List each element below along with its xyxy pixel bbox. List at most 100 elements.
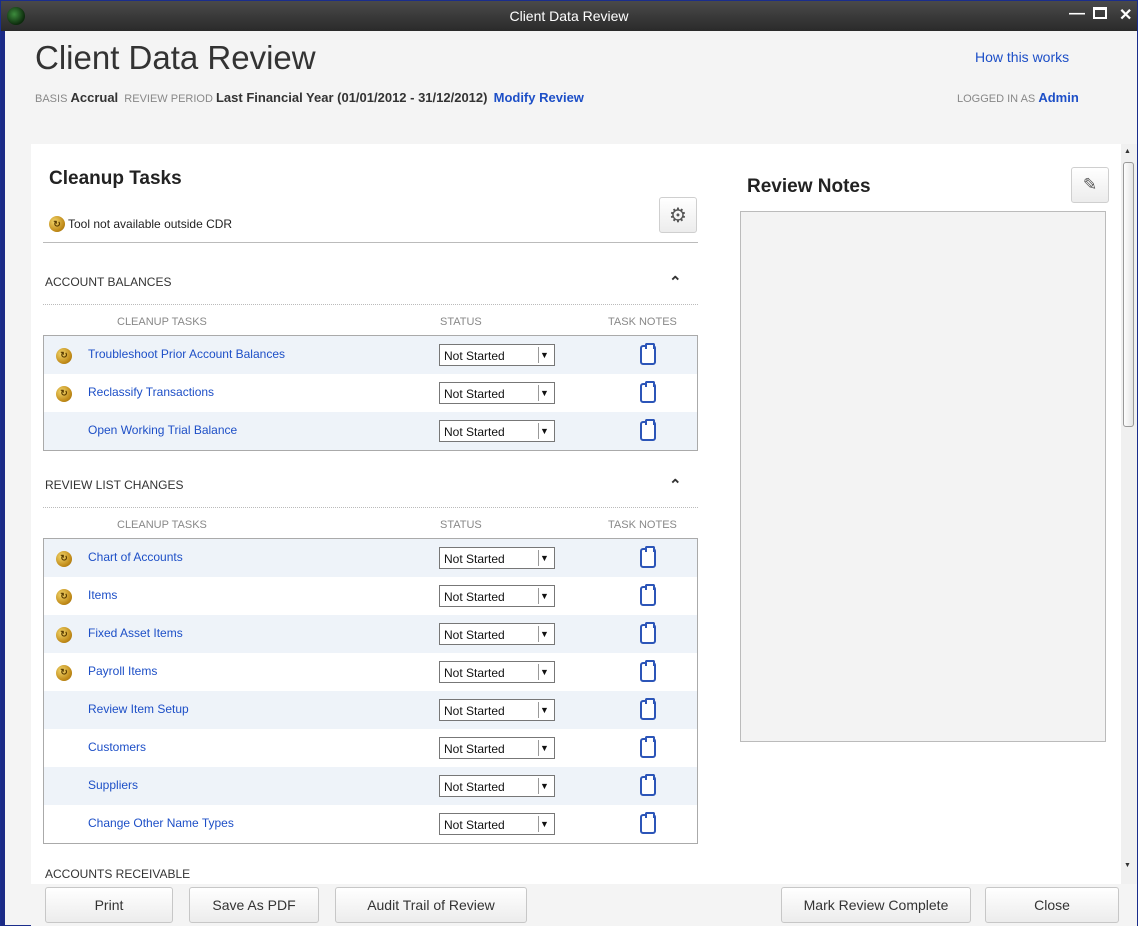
- table-row: Open Working Trial Balance Not Started ▼: [44, 412, 697, 450]
- collapse-review-list-changes-icon[interactable]: ⌃: [669, 476, 682, 494]
- col-header-task-notes: TASK NOTES: [608, 316, 677, 328]
- scrollbar-thumb[interactable]: [1123, 162, 1134, 427]
- table-row: ↻ Troubleshoot Prior Account Balances No…: [44, 336, 697, 374]
- dotted-divider: [43, 507, 698, 508]
- logged-in-info: LOGGED IN AS Admin: [957, 90, 1079, 105]
- task-link[interactable]: Reclassify Transactions: [88, 385, 214, 399]
- divider: [43, 242, 698, 243]
- status-dropdown[interactable]: Not Started ▼: [439, 420, 555, 442]
- clipboard-icon[interactable]: [640, 622, 656, 644]
- cdr-tool-icon: ↻: [56, 588, 72, 605]
- chevron-down-icon: ▼: [538, 550, 550, 566]
- modify-review-link[interactable]: Modify Review: [494, 90, 584, 105]
- close-button[interactable]: Close: [985, 887, 1119, 923]
- clipboard-icon[interactable]: [640, 660, 656, 682]
- col-header-task-notes: TASK NOTES: [608, 519, 677, 531]
- audit-trail-button[interactable]: Audit Trail of Review: [335, 887, 527, 923]
- table-row: ↻ Reclassify Transactions Not Started ▼: [44, 374, 697, 412]
- status-dropdown[interactable]: Not Started ▼: [439, 661, 555, 683]
- clipboard-icon[interactable]: [640, 812, 656, 834]
- status-dropdown[interactable]: Not Started ▼: [439, 623, 555, 645]
- clipboard-icon[interactable]: [640, 381, 656, 403]
- chevron-down-icon: ▼: [538, 740, 550, 756]
- task-link[interactable]: Open Working Trial Balance: [88, 423, 237, 437]
- cdr-tool-icon: ↻: [56, 347, 72, 364]
- review-notes-title: Review Notes: [747, 176, 871, 197]
- group-title-accounts-receivable: ACCOUNTS RECEIVABLE: [45, 867, 191, 881]
- pencil-icon: ✎: [1082, 175, 1098, 194]
- page-title: Client Data Review: [35, 39, 316, 76]
- gear-icon: ⚙: [669, 204, 687, 227]
- cdr-legend: ↻ Tool not available outside CDR: [49, 216, 232, 232]
- close-icon[interactable]: ✕: [1119, 5, 1132, 25]
- clipboard-icon[interactable]: [640, 736, 656, 758]
- cdr-tool-icon: ↻: [56, 550, 72, 567]
- task-link[interactable]: Fixed Asset Items: [88, 626, 183, 640]
- task-link[interactable]: Chart of Accounts: [88, 550, 183, 564]
- status-dropdown[interactable]: Not Started ▼: [439, 737, 555, 759]
- chevron-down-icon: ▼: [538, 347, 550, 363]
- task-link[interactable]: Customers: [88, 740, 146, 754]
- scroll-up-icon[interactable]: ▲: [1124, 148, 1131, 155]
- save-as-pdf-button[interactable]: Save As PDF: [189, 887, 319, 923]
- cleanup-tasks-panel: Cleanup Tasks ↻ Tool not available outsi…: [31, 144, 701, 884]
- cdr-tool-icon: ↻: [56, 664, 72, 681]
- clipboard-icon[interactable]: [640, 584, 656, 606]
- review-notes-area[interactable]: [740, 211, 1106, 742]
- status-dropdown[interactable]: Not Started ▼: [439, 813, 555, 835]
- cdr-legend-text: Tool not available outside CDR: [68, 217, 233, 231]
- task-link[interactable]: Troubleshoot Prior Account Balances: [88, 347, 285, 361]
- edit-notes-button[interactable]: ✎: [1071, 167, 1109, 203]
- mark-review-complete-button[interactable]: Mark Review Complete: [781, 887, 971, 923]
- print-button[interactable]: Print: [45, 887, 173, 923]
- clipboard-icon[interactable]: [640, 546, 656, 568]
- status-dropdown[interactable]: Not Started ▼: [439, 699, 555, 721]
- client-data-review-window: Client Data Review — ✕ Client Data Revie…: [0, 0, 1138, 926]
- table-row: Suppliers Not Started ▼: [44, 767, 697, 805]
- task-link[interactable]: Suppliers: [88, 778, 138, 792]
- review-period-label: REVIEW PERIOD: [124, 93, 213, 105]
- clipboard-icon[interactable]: [640, 419, 656, 441]
- scroll-down-icon[interactable]: ▼: [1124, 862, 1131, 869]
- cleanup-tasks-title: Cleanup Tasks: [49, 168, 182, 189]
- minimize-icon[interactable]: —: [1069, 5, 1085, 23]
- how-this-works-link[interactable]: How this works: [975, 49, 1069, 65]
- chevron-down-icon: ▼: [538, 423, 550, 439]
- status-dropdown[interactable]: Not Started ▼: [439, 775, 555, 797]
- settings-button[interactable]: ⚙: [659, 197, 697, 233]
- clipboard-icon[interactable]: [640, 698, 656, 720]
- group-title-review-list-changes: REVIEW LIST CHANGES: [45, 478, 184, 492]
- window-left-edge: [1, 31, 5, 926]
- table-row: ↻ Payroll Items Not Started ▼: [44, 653, 697, 691]
- window-title: Client Data Review: [509, 8, 629, 24]
- table-row: ↻ Fixed Asset Items Not Started ▼: [44, 615, 697, 653]
- clipboard-icon[interactable]: [640, 343, 656, 365]
- group-title-account-balances: ACCOUNT BALANCES: [45, 275, 172, 289]
- status-dropdown[interactable]: Not Started ▼: [439, 382, 555, 404]
- status-dropdown[interactable]: Not Started ▼: [439, 344, 555, 366]
- chevron-down-icon: ▼: [538, 588, 550, 604]
- cdr-tool-icon: ↻: [56, 626, 72, 643]
- chevron-down-icon: ▼: [538, 702, 550, 718]
- col-header-status: STATUS: [440, 316, 482, 328]
- review-notes-panel: Review Notes ✎: [721, 144, 1121, 884]
- review-list-changes-table: ↻ Chart of Accounts Not Started ▼ ↻ Items…: [43, 538, 698, 844]
- task-link[interactable]: Change Other Name Types: [88, 816, 234, 830]
- cdr-tool-icon: ↻: [49, 216, 65, 232]
- logged-in-user-link[interactable]: Admin: [1038, 90, 1078, 105]
- basis-label: BASIS: [35, 93, 68, 105]
- task-link[interactable]: Payroll Items: [88, 664, 157, 678]
- clipboard-icon[interactable]: [640, 774, 656, 796]
- status-dropdown[interactable]: Not Started ▼: [439, 585, 555, 607]
- review-period-value: Last Financial Year (01/01/2012 - 31/12/…: [215, 90, 488, 105]
- status-dropdown[interactable]: Not Started ▼: [439, 547, 555, 569]
- task-link[interactable]: Items: [88, 588, 117, 602]
- task-link[interactable]: Review Item Setup: [88, 702, 189, 716]
- table-row: ↻ Items Not Started ▼: [44, 577, 697, 615]
- vertical-scrollbar[interactable]: ▲ ▼: [1121, 144, 1137, 884]
- table-row: Customers Not Started ▼: [44, 729, 697, 767]
- cdr-tool-icon: ↻: [56, 385, 72, 402]
- dotted-divider: [43, 304, 698, 305]
- collapse-account-balances-icon[interactable]: ⌃: [669, 273, 682, 291]
- maximize-icon[interactable]: [1093, 7, 1107, 19]
